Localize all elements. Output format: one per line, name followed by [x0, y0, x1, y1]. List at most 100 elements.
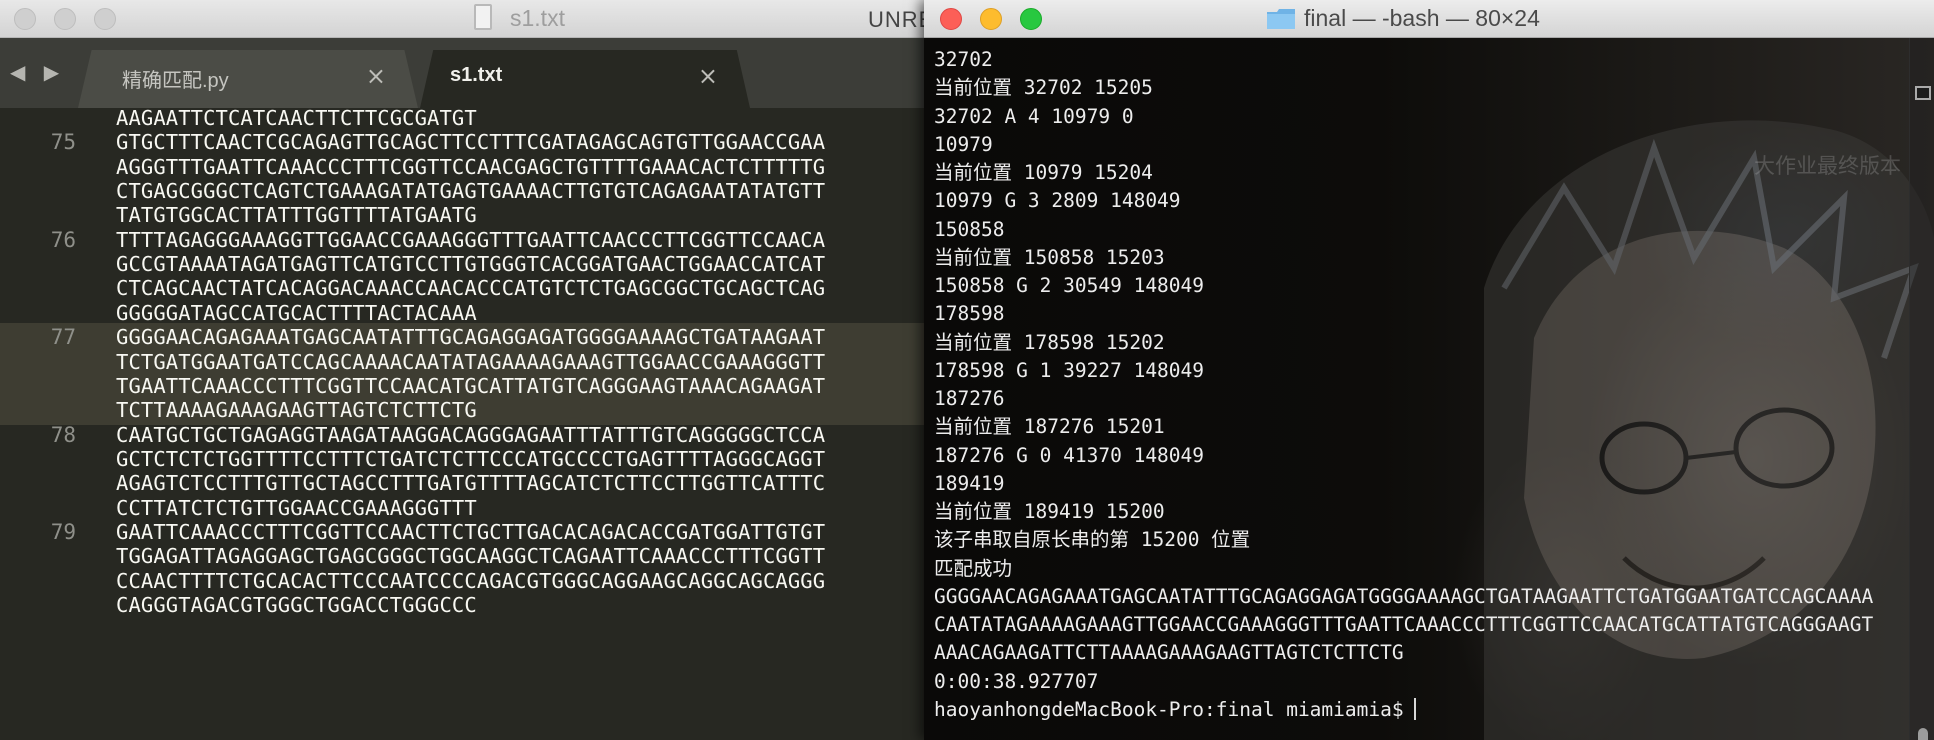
terminal-line-text: 当前位置 32702 15205 [934, 76, 1153, 100]
terminal-line: 该子串取自原长串的第 15200 位置 [934, 526, 1894, 554]
maximize-icon[interactable] [1020, 8, 1042, 30]
code-line-text: TGGAGATTAGAGGAGCTGAGCGGGCTGGCAAGGCTCAGAA… [116, 544, 826, 569]
code-line-text: GCCGTAAAATAGATGAGTTCATGTCCTTGTGGGTCACGGA… [116, 252, 826, 277]
terminal-line-text: GGGGAACAGAGAAATGAGCAATATTTGCAGAGGAGATGGG… [934, 584, 1874, 608]
maximize-icon[interactable] [94, 8, 116, 30]
editor-window-title: s1.txt [510, 5, 565, 31]
tab-s1-txt[interactable]: s1.txt × [420, 50, 750, 108]
code-line-text: GAATTCAAACCCTTTCGGTTCCAACTTCTGCTTGACACAG… [116, 519, 826, 544]
code-line[interactable]: CAGGGTAGACGTGGGCTGGACCTGGGCCC [0, 591, 930, 619]
terminal-line-text: 当前位置 187276 15201 [934, 415, 1165, 439]
terminal-line: 189419 [934, 470, 1894, 498]
terminal-line-text: 10979 G 3 2809 148049 [934, 189, 1181, 213]
close-icon[interactable] [940, 8, 962, 30]
terminal-line: 178598 [934, 300, 1894, 328]
terminal-line-text: 189419 [934, 471, 1005, 495]
terminal-output[interactable]: 32702 当前位置 32702 15205 32702 A 4 10979 0 10… [934, 46, 1894, 724]
line-number: 78 [50, 422, 76, 447]
file-icon [474, 4, 492, 30]
folder-icon [1267, 9, 1295, 29]
terminal-line-text: 10979 [934, 132, 993, 156]
split-view-icon[interactable] [1915, 86, 1931, 100]
terminal-window-title: final — -bash — 80×24 [1304, 5, 1540, 31]
terminal-scrollbar[interactable] [1909, 38, 1934, 740]
unregistered-label: UNRE [868, 7, 930, 32]
editor-titlebar[interactable]: s1.txt UNRE [0, 0, 930, 38]
terminal-line: 当前位置 189419 15200 [934, 498, 1894, 526]
terminal-line: 150858 [934, 216, 1894, 244]
terminal-line: 187276 [934, 385, 1894, 413]
tab-label: s1.txt [450, 64, 503, 86]
tab-close-icon[interactable]: × [366, 62, 386, 90]
terminal-line: 32702 A 4 10979 0 [934, 103, 1894, 131]
terminal-line-text: 178598 [934, 302, 1005, 326]
close-icon[interactable] [14, 8, 36, 30]
code-line-text: TATGTGGCACTTATTTGGTTTTATGAATG [116, 203, 477, 228]
terminal-line-text: haoyanhongdeMacBook-Pro:final miamiamia$ [934, 697, 1404, 721]
line-number: 76 [50, 227, 76, 252]
terminal-line-text: CAATATAGAAAAGAAAGTTGGAACCGAAAGGGTTTGAATT… [934, 613, 1874, 636]
text-cursor [1413, 697, 1416, 720]
terminal-line: 当前位置 178598 15202 [934, 329, 1894, 357]
code-line-text: TGAATTCAAACCCTTTCGGTTCCAACATGCATTATGTCAG… [116, 373, 826, 398]
code-line-text: CCAACTTTTCTGCACACTTCCCAATCCCCAGACGTGGGCA… [116, 568, 826, 593]
tab-close-icon[interactable]: × [698, 62, 718, 90]
code-line-text: AGGGTTTGAATTCAAACCCTTTCGGTTCCAACGAGCTGTT… [116, 154, 826, 179]
code-line-text: TTTTAGAGGGAAAGGTTGGAACCGAAAGGGTTTGAATTCA… [116, 227, 826, 252]
nav-arrows[interactable]: ◀ ▶ [10, 60, 65, 84]
line-number: 77 [50, 325, 76, 350]
terminal-line: 187276 G 0 41370 148049 [934, 442, 1894, 470]
terminal-titlebar[interactable]: final — -bash — 80×24 [924, 0, 1934, 38]
terminal-line-text: 150858 G 2 30549 148049 [934, 274, 1205, 297]
terminal-line-text: 150858 [934, 217, 1005, 241]
code-line-text: AGAGTCTCCTTTGTTGCTAGCCTTTGATGTTTTAGCATCT… [116, 471, 826, 496]
terminal-line: 当前位置 187276 15201 [934, 413, 1894, 441]
code-area[interactable]: AAGAATTCTCATCAACTTCTTCGCGATGT 75 GTGCTTTCA… [0, 106, 930, 740]
terminal-line: 150858 G 2 30549 148049 [934, 272, 1894, 300]
tab-bar: ◀ ▶ 精确匹配.py × s1.txt × [0, 38, 930, 108]
terminal-line-text: 178598 G 1 39227 148049 [934, 358, 1205, 382]
terminal-line-text: AAACAGAAGATTCTTAAAAGAAAGAAGTTAGTCTCTTCTG [934, 641, 1404, 665]
scroll-thumb[interactable] [1918, 728, 1928, 740]
terminal-line: 0:00:38.927707 [934, 668, 1894, 696]
terminal-line: GGGGAACAGAGAAATGAGCAATATTTGCAGAGGAGATGGG… [934, 583, 1894, 611]
code-line-text: CAATGCTGCTGAGAGGTAAGATAAGGACAGGGAGAATTTA… [116, 422, 826, 447]
code-line-text: CAGGGTAGACGTGGGCTGGACCTGGGCCC [116, 593, 477, 617]
editor-window: s1.txt UNRE ◀ ▶ 精确匹配.py × s1.txt × AAGAA… [0, 0, 930, 740]
terminal-line: 10979 G 3 2809 148049 [934, 187, 1894, 215]
terminal-line-text: 当前位置 150858 15203 [934, 245, 1165, 269]
code-line-text: GTGCTTTCAACTCGCAGAGTTGCAGCTTCCTTTCGATAGA… [116, 130, 826, 155]
terminal-line-text: 32702 [934, 48, 993, 71]
tab-jingque-pipei-py[interactable]: 精确匹配.py × [78, 50, 418, 108]
code-line-text: TCTGATGGAATGATCCAGCAAAACAATATAGAAAAGAAAG… [116, 349, 826, 374]
terminal-line-text: 187276 [934, 387, 1005, 410]
terminal-line-text: 0:00:38.927707 [934, 669, 1099, 693]
terminal-line-text: 当前位置 178598 15202 [934, 330, 1165, 354]
code-line-text: CTCAGCAACTATCACAGGACAAACCAACACCCATGTCTCT… [116, 276, 826, 301]
minimize-icon[interactable] [54, 8, 76, 30]
line-number: 79 [50, 519, 76, 544]
code-line-text: AAGAATTCTCATCAACTTCTTCGCGATGT [116, 106, 477, 130]
terminal-line-text: 当前位置 10979 15204 [934, 161, 1153, 184]
terminal-line: 32702 [934, 46, 1894, 74]
shell-prompt: haoyanhongdeMacBook-Pro:final miamiamia$ [934, 696, 1894, 724]
terminal-line: 178598 G 1 39227 148049 [934, 357, 1894, 385]
terminal-line: 当前位置 150858 15203 [934, 244, 1894, 272]
terminal-line-text: 匹配成功 [934, 556, 1013, 580]
code-line-text: GCTCTCTCTGGTTTTCCTTTCTGATCTCTTCCCATGCCCC… [116, 446, 826, 471]
terminal-line: AAACAGAAGATTCTTAAAAGAAAGAAGTTAGTCTCTTCTG [934, 639, 1894, 667]
code-line-text: CCTTATCTCTGTTGGAACCGAAAGGGTTT [116, 495, 477, 520]
tab-label: 精确匹配.py [122, 70, 229, 92]
terminal-line: CAATATAGAAAAGAAAGTTGGAACCGAAAGGGTTTGAATT… [934, 611, 1894, 639]
terminal-line-text: 32702 A 4 10979 0 [934, 104, 1134, 128]
code-line-text: CTGAGCGGGCTCAGTCTGAAAGATATGAGTGAAAACTTGT… [116, 179, 826, 204]
terminal-line: 匹配成功 [934, 555, 1894, 583]
terminal-line: 当前位置 10979 15204 [934, 159, 1894, 187]
terminal-window: 大作业最终版本 final — -bash — 80×24 32702 当前位置 … [924, 0, 1934, 740]
terminal-line-text: 187276 G 0 41370 148049 [934, 443, 1205, 467]
minimize-icon[interactable] [980, 8, 1002, 30]
terminal-line: 当前位置 32702 15205 [934, 74, 1894, 102]
line-number: 75 [50, 130, 76, 155]
code-line-text: TCTTAAAAGAAAGAAGTTAGTCTCTTCTG [116, 398, 477, 423]
code-line-text: GGGGAACAGAGAAATGAGCAATATTTGCAGAGGAGATGGG… [116, 325, 826, 350]
